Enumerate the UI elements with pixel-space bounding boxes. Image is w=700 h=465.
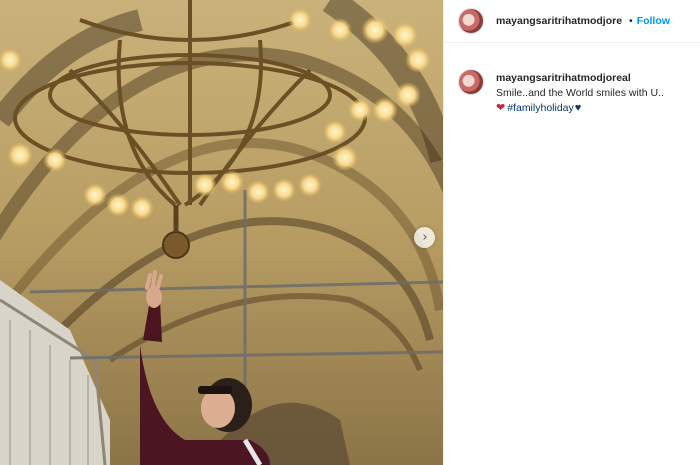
post-header: mayangsaritrihatmodjore • Follow — [444, 0, 700, 43]
chevron-right-icon: › — [422, 230, 428, 245]
avatar[interactable] — [458, 8, 484, 34]
follow-button[interactable]: Follow — [637, 15, 670, 27]
separator-dot: • — [629, 15, 633, 27]
caption-text: Smile..and the World smiles with U.. — [496, 87, 664, 99]
carousel-next-button[interactable]: › — [414, 227, 435, 248]
header-username[interactable]: mayangsaritrihatmodjore — [496, 15, 628, 27]
red-heart-emoji-icon: ❤ — [496, 102, 506, 114]
post-sidebar: mayangsaritrihatmodjore • Follow mayangs… — [443, 0, 700, 465]
caption-tags: ❤ #familyholiday ♥ — [496, 101, 686, 115]
blue-heart-emoji-icon: ♥ — [574, 101, 582, 114]
caption-body: mayangsaritrihatmodjoreal Smile..and the… — [496, 69, 686, 114]
caption-avatar[interactable] — [458, 69, 484, 95]
caption-username[interactable]: mayangsaritrihatmodjoreal — [496, 72, 686, 84]
post-photo[interactable]: › — [0, 0, 443, 465]
post-caption: mayangsaritrihatmodjoreal Smile..and the… — [458, 69, 694, 114]
photo-scene — [0, 0, 443, 465]
hashtag-link[interactable]: #familyholiday — [507, 102, 574, 114]
